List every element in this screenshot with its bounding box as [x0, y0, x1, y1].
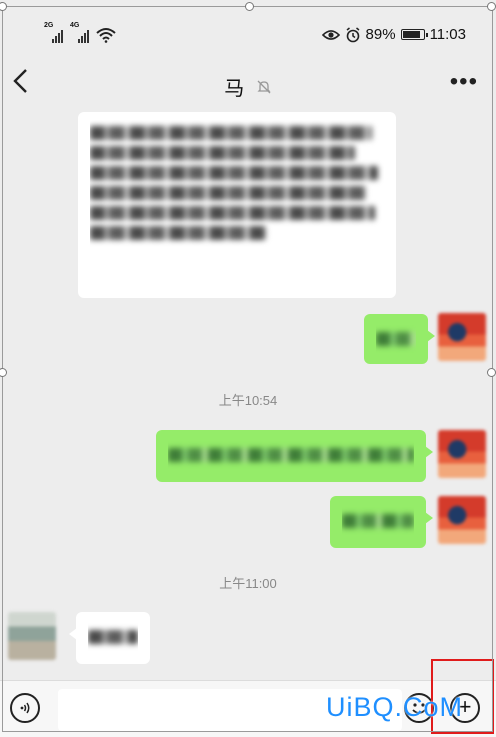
ellipsis-icon: •••	[449, 68, 478, 95]
resize-handle-middle-left[interactable]	[0, 368, 7, 377]
battery-fill	[402, 31, 420, 38]
blurred-content	[168, 438, 414, 474]
network-indicators: 2G 4G	[44, 22, 116, 43]
more-button[interactable]: •••	[450, 70, 478, 94]
message-bubble-received[interactable]	[78, 112, 396, 298]
bell-off-icon	[256, 78, 272, 101]
wifi-icon	[96, 28, 116, 43]
message-bubble-sent[interactable]	[364, 314, 435, 364]
blurred-content	[342, 504, 414, 540]
avatar[interactable]	[438, 496, 486, 544]
resize-handle-top-center[interactable]	[245, 2, 254, 11]
watermark: UiBQ.CoM	[326, 692, 464, 722]
resize-handle-top-left[interactable]	[0, 2, 7, 11]
avatar[interactable]	[438, 313, 486, 361]
blurred-content	[88, 620, 138, 656]
network-type-1: 2G	[44, 22, 54, 29]
message-bubble-sent[interactable]	[330, 496, 433, 548]
voice-button[interactable]	[10, 693, 40, 723]
network-type-2: 4G	[70, 22, 80, 29]
battery-icon	[400, 29, 428, 40]
message-bubble-received[interactable]	[69, 612, 150, 664]
alarm-icon	[346, 26, 359, 42]
signal-icon: 4G	[70, 22, 92, 43]
avatar[interactable]	[438, 430, 486, 478]
avatar[interactable]	[8, 612, 56, 660]
clock: 11:03	[429, 26, 466, 43]
status-right: 89% 11:03	[321, 26, 466, 43]
timestamp: 上午10:54	[218, 393, 278, 408]
resize-handle-top-right[interactable]	[487, 2, 496, 11]
chat-header: 马 •••	[0, 62, 496, 110]
signal-icon: 2G	[44, 22, 66, 43]
timestamp: 上午11:00	[219, 576, 277, 591]
chat-title-row: 马	[0, 72, 496, 101]
voice-icon	[20, 702, 30, 714]
resize-handle-middle-right[interactable]	[487, 368, 496, 377]
battery-percent: 89%	[365, 26, 396, 43]
blurred-content	[90, 120, 384, 290]
page-title: 马	[224, 78, 245, 100]
eye-icon	[321, 29, 340, 40]
blurred-content	[376, 322, 416, 356]
status-bar: 2G 4G 89% 11:03	[0, 22, 496, 52]
message-bubble-sent[interactable]	[156, 430, 433, 482]
